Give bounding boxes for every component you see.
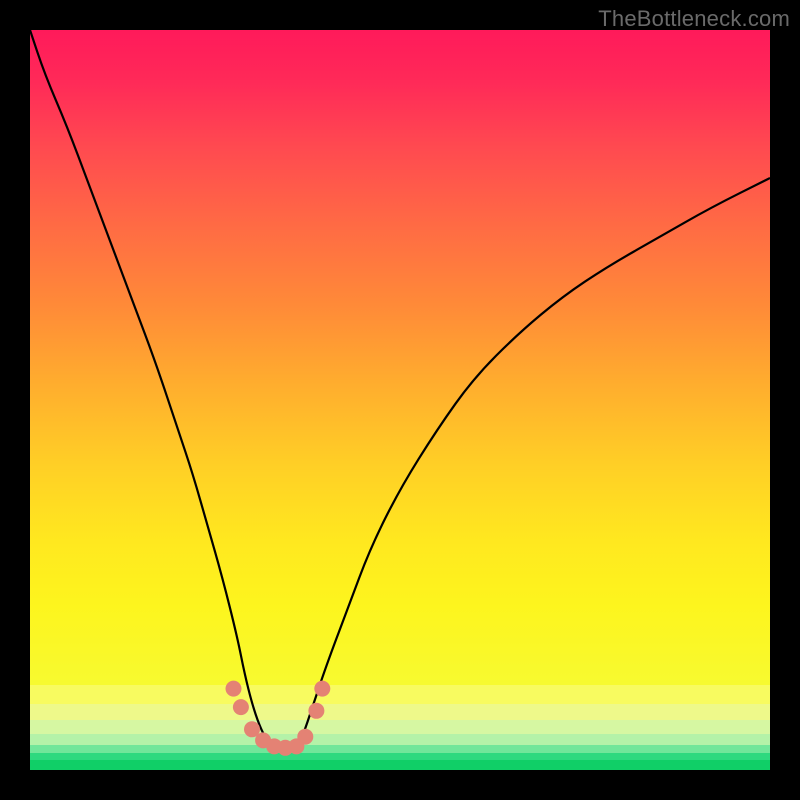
cluster-dot (314, 681, 330, 697)
cluster-dot (226, 681, 242, 697)
cluster-dot (308, 703, 324, 719)
cluster-dot (297, 729, 313, 745)
watermark-text: TheBottleneck.com (598, 6, 790, 32)
dot-cluster (226, 681, 331, 756)
bottleneck-curve (30, 30, 770, 752)
chart-svg (30, 30, 770, 770)
plot-area (30, 30, 770, 770)
cluster-dot (233, 699, 249, 715)
chart-frame: TheBottleneck.com (0, 0, 800, 800)
